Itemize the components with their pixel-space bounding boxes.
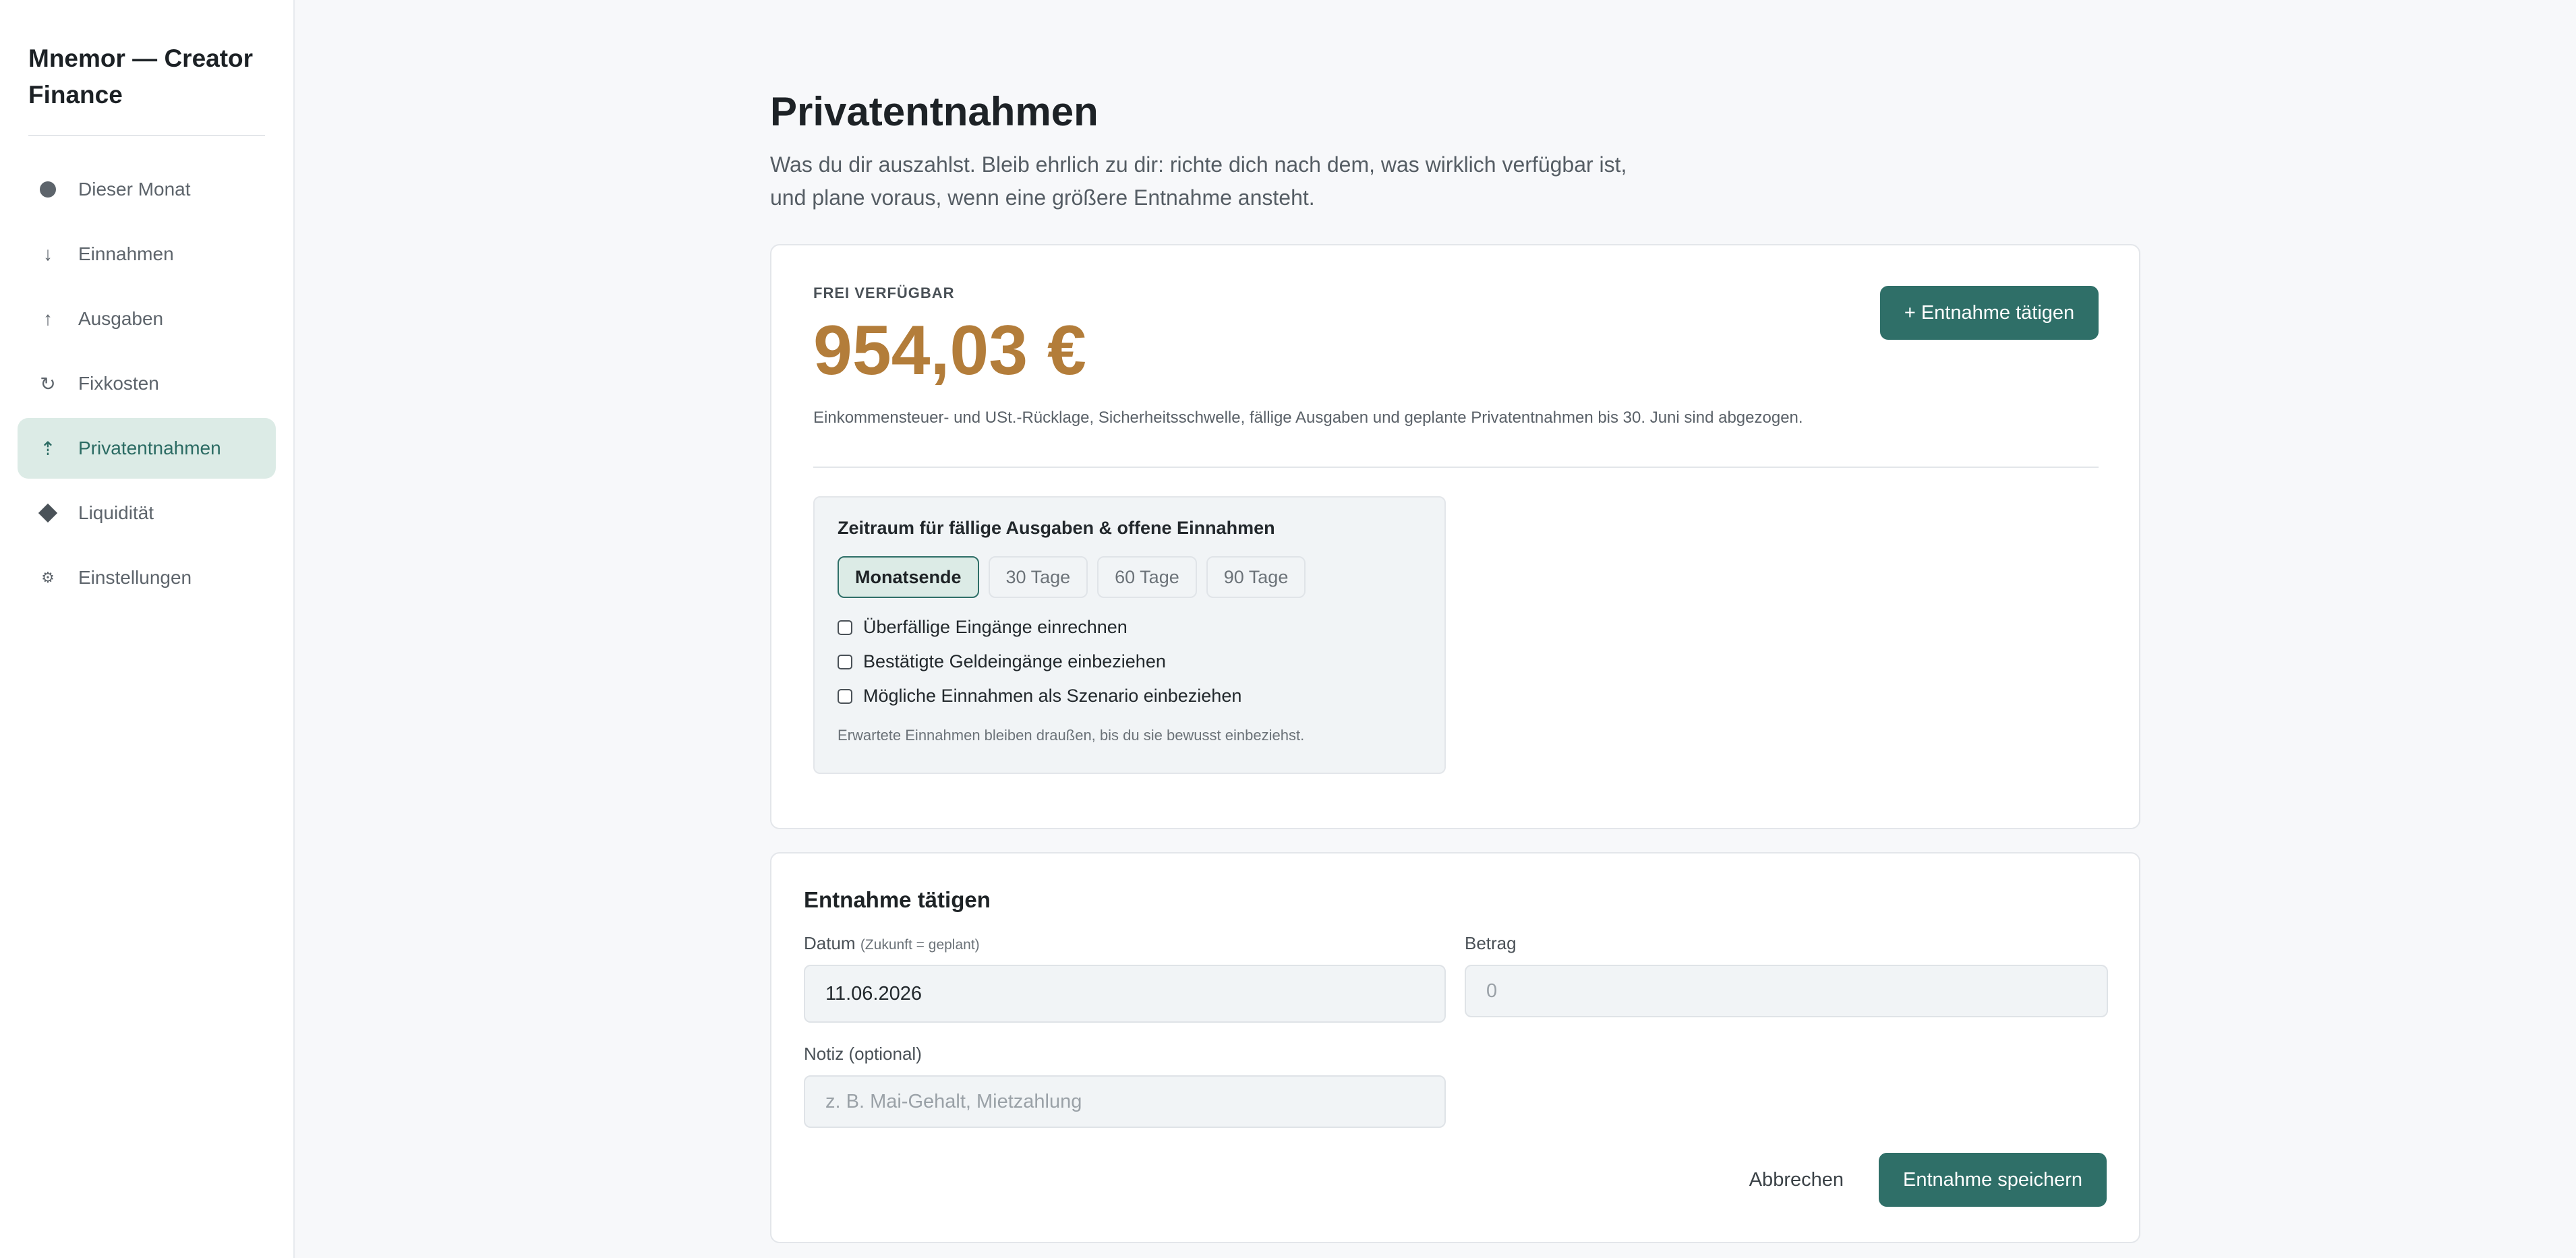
note-label: Notiz (optional)	[804, 1044, 922, 1064]
refresh-icon: ↻	[40, 373, 56, 394]
main-content: Privatentnahmen Was du dir auszahlst. Bl…	[770, 0, 2140, 1243]
period-filter-panel: Zeitraum für fällige Ausgaben & offene E…	[813, 496, 1446, 774]
sidebar-item-label: Fixkosten	[78, 373, 159, 394]
confirmed-income-checkbox[interactable]	[838, 654, 852, 669]
sidebar-item-label: Einstellungen	[78, 567, 192, 588]
date-label: Datum (Zukunft = geplant)	[804, 933, 1446, 954]
page-title: Privatentnahmen	[770, 89, 1099, 134]
sidebar-item-einstellungen[interactable]: ⚙ Einstellungen	[18, 547, 276, 608]
page-subtitle: Was du dir auszahlst. Bleib ehrlich zu d…	[770, 148, 1674, 214]
option-label: Überfällige Eingänge einrechnen	[863, 617, 1128, 637]
sidebar-item-label: Liquidität	[78, 502, 154, 523]
sidebar: Mnemor — Creator Finance Dieser Monat ↓ …	[0, 0, 295, 1258]
sidebar-item-label: Privatentnahmen	[78, 438, 221, 458]
sidebar-item-einnahmen[interactable]: ↓ Einnahmen	[18, 224, 276, 284]
amount-input[interactable]: 0	[1465, 965, 2108, 1017]
period-chip-30-tage[interactable]: 30 Tage	[988, 556, 1088, 598]
save-withdrawal-button[interactable]: Entnahme speichern	[1879, 1153, 2107, 1207]
sidebar-item-ausgaben[interactable]: ↑ Ausgaben	[18, 289, 276, 349]
available-note: Einkommensteuer- und USt.-Rücklage, Sich…	[813, 409, 1803, 427]
cancel-button[interactable]: Abbrechen	[1749, 1169, 1844, 1191]
scenario-income-checkbox[interactable]	[838, 688, 852, 704]
sidebar-item-label: Einnahmen	[78, 243, 174, 264]
sidebar-item-dieser-monat[interactable]: Dieser Monat	[18, 159, 276, 220]
option-overdue-income[interactable]: Überfällige Eingänge einrechnen	[838, 617, 1422, 638]
sidebar-item-label: Ausgaben	[78, 308, 164, 329]
form-actions: Abbrechen Entnahme speichern	[1749, 1153, 2107, 1207]
available-card: FREI VERFÜGBAR 954,03 € Einkommensteuer-…	[770, 244, 2140, 829]
app-brand: Mnemor — Creator Finance	[28, 44, 254, 109]
period-chip-monatsende[interactable]: Monatsende	[838, 556, 979, 598]
withdraw-icon: ⇡	[40, 438, 56, 459]
page-subtitle-line1: Was du dir auszahlst. Bleib ehrlich zu d…	[770, 152, 1627, 177]
dot-icon	[38, 179, 58, 200]
date-field-group: Datum (Zukunft = geplant) 11.06.2026	[804, 933, 1446, 1023]
period-chip-60-tage[interactable]: 60 Tage	[1097, 556, 1197, 598]
make-withdrawal-button[interactable]: + Entnahme tätigen	[1880, 286, 2099, 340]
sidebar-item-privatentnahmen[interactable]: ⇡ Privatentnahmen	[18, 418, 276, 479]
filter-note: Erwartete Einnahmen bleiben draußen, bis…	[838, 727, 1305, 744]
amount-field-group: Betrag 0	[1465, 933, 2108, 1017]
overdue-income-checkbox[interactable]	[838, 620, 852, 635]
form-fields: Datum (Zukunft = geplant) 11.06.2026 Bet…	[804, 913, 2108, 1209]
note-field-group: Notiz (optional) z. B. Mai-Gehalt, Mietz…	[804, 1044, 1446, 1128]
option-scenario-income[interactable]: Mögliche Einnahmen als Szenario einbezie…	[838, 686, 1422, 707]
diamond-icon	[38, 503, 58, 523]
note-input[interactable]: z. B. Mai-Gehalt, Mietzahlung	[804, 1075, 1446, 1128]
option-label: Mögliche Einnahmen als Szenario einbezie…	[863, 686, 1242, 706]
withdrawal-form-card: Entnahme tätigen Datum (Zukunft = geplan…	[770, 852, 2140, 1243]
gear-icon: ⚙	[41, 569, 55, 586]
amount-label: Betrag	[1465, 933, 1517, 953]
filter-title: Zeitraum für fällige Ausgaben & offene E…	[838, 518, 1275, 538]
sidebar-item-fixkosten[interactable]: ↻ Fixkosten	[18, 353, 276, 414]
date-input[interactable]: 11.06.2026	[804, 965, 1446, 1023]
page-subtitle-line2: und plane voraus, wenn eine größere Entn…	[770, 185, 1315, 210]
option-confirmed-income[interactable]: Bestätigte Geldeingänge einbeziehen	[838, 651, 1422, 672]
date-label-hint: (Zukunft = geplant)	[860, 937, 980, 953]
form-title: Entnahme tätigen	[804, 887, 991, 912]
brand-divider	[28, 135, 265, 136]
arrow-down-icon: ↓	[43, 243, 53, 264]
arrow-up-icon: ↑	[43, 308, 53, 329]
period-chip-90-tage[interactable]: 90 Tage	[1206, 556, 1306, 598]
period-chips: Monatsende 30 Tage 60 Tage 90 Tage	[838, 556, 1422, 598]
date-label-text: Datum	[804, 933, 856, 953]
sidebar-item-liquiditaet[interactable]: Liquidität	[18, 483, 276, 543]
card-divider	[813, 467, 2099, 468]
sidebar-item-label: Dieser Monat	[78, 179, 191, 200]
option-label: Bestätigte Geldeingänge einbeziehen	[863, 651, 1166, 671]
